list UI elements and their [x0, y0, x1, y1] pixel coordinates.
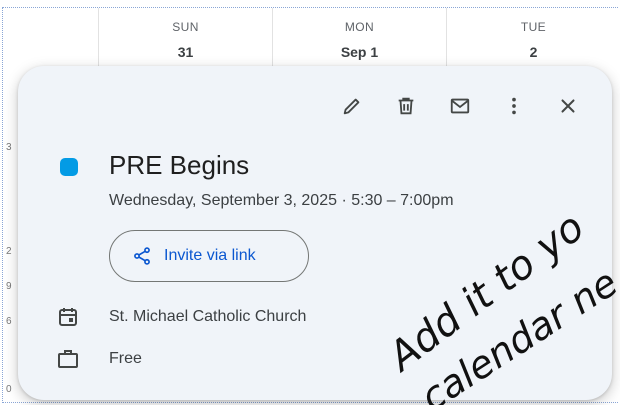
event-toolbar: [328, 88, 592, 124]
day-of-week: SUN: [172, 20, 199, 34]
trash-icon: [398, 97, 414, 115]
pencil-icon: [343, 98, 360, 115]
event-date-time: Wednesday, September 3, 2025 · 5:30 – 7:…: [109, 192, 454, 209]
day-number: Sep 1: [340, 44, 379, 60]
day-column-mon[interactable]: MON Sep 1: [272, 8, 446, 68]
side-mark: 0: [6, 384, 12, 395]
calendar-name: St. Michael Catholic Church: [109, 308, 307, 325]
calendar-week-header: SUN 31 MON Sep 1 TUE 2: [98, 8, 620, 68]
calendar-icon: [59, 308, 77, 326]
side-mark: 6: [6, 316, 12, 327]
more-vert-icon: [512, 97, 516, 115]
event-title: PRE Begins: [109, 150, 250, 180]
side-mark: 3: [6, 142, 12, 153]
share-icon: [134, 247, 150, 265]
briefcase-icon: [58, 350, 78, 368]
availability-status: Free: [109, 350, 142, 367]
close-popup-button[interactable]: [544, 88, 592, 124]
edit-event-button[interactable]: [328, 88, 376, 124]
mail-icon: [450, 98, 470, 114]
day-of-week: TUE: [520, 20, 547, 34]
side-marks: 3 2 9 6 0: [6, 0, 16, 405]
delete-event-button[interactable]: [382, 88, 430, 124]
event-status-row: Free: [56, 346, 142, 372]
day-number: 2: [529, 44, 538, 60]
event-calendar-row: St. Michael Catholic Church: [56, 304, 306, 330]
day-column-tue[interactable]: TUE 2: [446, 8, 620, 68]
invite-via-link-button[interactable]: Invite via link: [109, 230, 309, 282]
side-mark: 2: [6, 246, 12, 257]
more-options-button[interactable]: [490, 88, 538, 124]
email-guests-button[interactable]: [436, 88, 484, 124]
invite-button-label: Invite via link: [164, 247, 256, 264]
day-number: 31: [177, 44, 194, 60]
side-mark: 9: [6, 281, 12, 292]
event-color-swatch: [60, 158, 78, 176]
day-of-week: MON: [344, 20, 375, 34]
close-icon: [561, 99, 575, 113]
event-details-popup: PRE Begins Wednesday, September 3, 2025 …: [18, 66, 612, 400]
day-column-sun[interactable]: SUN 31: [98, 8, 272, 68]
